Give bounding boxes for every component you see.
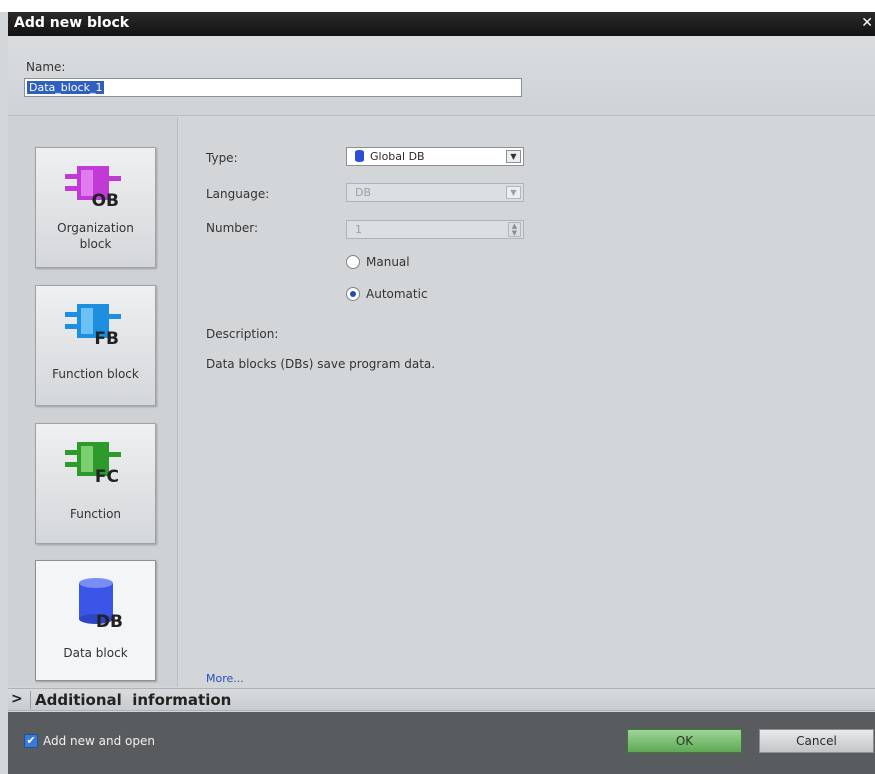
language-label: Language: xyxy=(206,187,270,201)
manual-radio-dot xyxy=(346,255,360,269)
automatic-radio-dot xyxy=(346,287,360,301)
function-button[interactable]: FC Function xyxy=(35,423,156,544)
additional-information-expander[interactable]: > Additional information xyxy=(8,688,875,711)
add-new-and-open-checkbox[interactable]: ✔ Add new and open xyxy=(24,734,155,748)
type-dropdown[interactable]: Global DB ▼ xyxy=(346,147,524,166)
cancel-button[interactable]: Cancel xyxy=(759,729,874,753)
dialog-footer: ✔ Add new and open OK Cancel xyxy=(8,712,875,774)
type-dropdown-value: Global DB xyxy=(355,150,425,163)
organization-block-button[interactable]: OB Organization block xyxy=(35,147,156,268)
chevron-right-icon[interactable]: > xyxy=(11,691,23,707)
organization-block-icon-text: OB xyxy=(92,191,119,210)
organization-block-label: Organization block xyxy=(57,221,134,251)
block-settings-panel: Type: Global DB ▼ Language: DB ▼ Number:… xyxy=(179,117,875,687)
name-input[interactable]: Data_block_1 xyxy=(24,78,522,97)
function-block-icon-text: FB xyxy=(94,329,119,348)
language-dropdown: DB ▼ xyxy=(346,183,524,202)
additional-information-label: Additional information xyxy=(35,691,232,709)
name-input-value: Data_block_1 xyxy=(27,81,105,94)
language-dropdown-value: DB xyxy=(355,186,372,199)
block-type-list: OB Organization block FB Function block xyxy=(8,117,178,687)
stepper-arrows-icon: ▲ ▼ xyxy=(508,222,521,237)
data-block-button[interactable]: DB Data block xyxy=(35,560,156,681)
title-bar: Add new block ✕ xyxy=(8,12,875,36)
automatic-radio[interactable]: Automatic xyxy=(346,287,428,301)
organization-block-icon: OB xyxy=(65,166,121,210)
close-icon[interactable]: ✕ xyxy=(861,15,873,31)
ok-button[interactable]: OK xyxy=(627,729,742,753)
type-value-text: Global DB xyxy=(370,150,425,163)
function-block-label: Function block xyxy=(52,367,139,381)
data-block-label: Data block xyxy=(63,646,128,660)
top-strip xyxy=(0,0,875,12)
function-icon: FC xyxy=(65,442,121,486)
function-icon-text: FC xyxy=(95,467,119,486)
function-block-icon: FB xyxy=(65,304,121,348)
divider xyxy=(30,691,31,709)
name-section: Name: Data_block_1 xyxy=(8,36,875,116)
chevron-down-icon[interactable]: ▼ xyxy=(506,150,521,163)
number-stepper: 1 ▲ ▼ xyxy=(346,220,524,239)
type-label: Type: xyxy=(206,151,238,165)
function-label: Function xyxy=(69,507,122,521)
data-block-icon-text: DB xyxy=(96,612,123,627)
description-text: Data blocks (DBs) save program data. xyxy=(206,357,436,371)
description-label: Description: xyxy=(206,327,279,341)
add-new-block-dialog: Add new block ✕ Name: Data_block_1 OB Or… xyxy=(8,12,875,774)
data-block-icon: DB xyxy=(79,578,123,627)
manual-radio-label: Manual xyxy=(366,255,410,269)
add-new-and-open-label: Add new and open xyxy=(43,734,156,748)
dialog-title: Add new block xyxy=(14,15,130,31)
automatic-radio-label: Automatic xyxy=(366,287,428,301)
manual-radio[interactable]: Manual xyxy=(346,255,410,269)
global-db-icon xyxy=(355,150,364,162)
number-label: Number: xyxy=(206,221,259,235)
checkmark-icon[interactable]: ✔ xyxy=(24,734,38,748)
more-link[interactable]: More... xyxy=(206,672,244,685)
chevron-down-icon: ▼ xyxy=(506,186,521,199)
function-block-button[interactable]: FB Function block xyxy=(35,285,156,406)
name-label: Name: xyxy=(26,60,66,74)
number-stepper-value: 1 xyxy=(355,223,362,236)
